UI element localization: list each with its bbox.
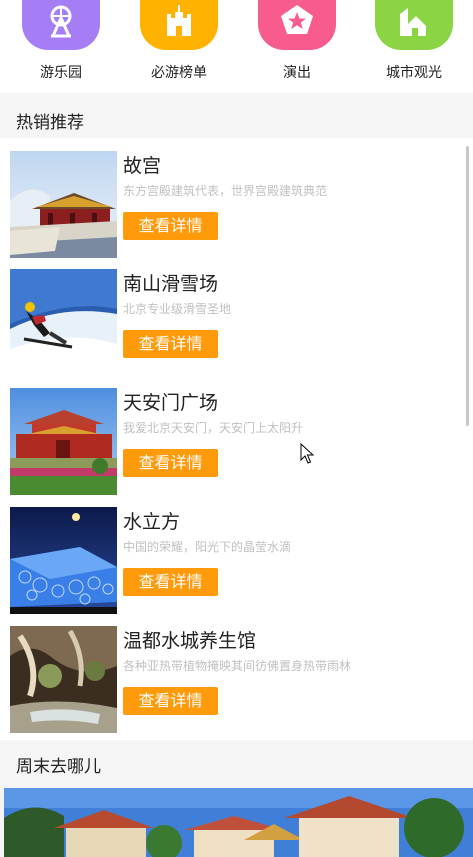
water-cube-photo <box>10 507 117 614</box>
category-label: 必游榜单 <box>151 65 207 81</box>
pentagon-star-icon <box>258 0 336 50</box>
scrollbar[interactable] <box>466 146 469 426</box>
view-details-button[interactable]: 查看详情 <box>123 212 218 240</box>
item-desc: 我爱北京天安门，天安门上太阳升 <box>123 421 304 435</box>
category-must-visit[interactable]: 必游榜单 <box>129 0 229 81</box>
view-details-button[interactable]: 查看详情 <box>123 687 218 715</box>
item-title: 天安门广场 <box>123 392 219 414</box>
view-details-button[interactable]: 查看详情 <box>123 449 218 477</box>
list-item[interactable]: 水立方 中国的荣耀，阳光下的晶莹水滴 查看详情 <box>10 507 460 614</box>
category-nav: 游乐园 必游榜单 演出 城市观光 <box>0 0 473 93</box>
item-title: 南山滑雪场 <box>123 273 219 295</box>
item-desc: 中国的荣耀，阳光下的晶莹水滴 <box>123 540 292 554</box>
item-desc: 北京专业级滑雪圣地 <box>123 302 232 316</box>
ferris-wheel-icon <box>22 0 100 50</box>
category-amusement-park[interactable]: 游乐园 <box>11 0 111 81</box>
city-building-icon <box>375 0 453 50</box>
tiananmen-photo <box>10 388 117 495</box>
view-details-button[interactable]: 查看详情 <box>123 568 218 596</box>
item-desc: 各种亚热带植物掩映其间彷佛置身热带雨林 <box>123 659 352 673</box>
category-label: 演出 <box>283 65 311 81</box>
weekend-banner-photo[interactable] <box>4 788 473 857</box>
item-title: 温都水城养生馆 <box>123 630 257 652</box>
forbidden-city-photo <box>10 151 117 258</box>
category-label: 游乐园 <box>40 65 82 81</box>
category-label: 城市观光 <box>386 65 442 81</box>
hot-spring-photo <box>10 626 117 733</box>
category-city-tour[interactable]: 城市观光 <box>364 0 464 81</box>
view-details-button[interactable]: 查看详情 <box>123 330 218 358</box>
castle-icon <box>140 0 218 50</box>
item-title: 水立方 <box>123 511 181 533</box>
weekend-section-title: 周末去哪儿 <box>16 757 101 777</box>
list-item[interactable]: 故宫 东方宫殿建筑代表，世界宫殿建筑典范 查看详情 <box>10 151 460 258</box>
hot-list: 故宫 东方宫殿建筑代表，世界宫殿建筑典范 查看详情 南山滑雪场 北京专业级滑雪圣… <box>0 138 473 740</box>
ski-resort-photo <box>10 269 117 376</box>
list-item[interactable]: 温都水城养生馆 各种亚热带植物掩映其间彷佛置身热带雨林 查看详情 <box>10 626 460 733</box>
item-desc: 东方宫殿建筑代表，世界宫殿建筑典范 <box>123 184 328 198</box>
list-item[interactable]: 南山滑雪场 北京专业级滑雪圣地 查看详情 <box>10 269 460 376</box>
item-title: 故宫 <box>123 155 162 177</box>
list-item[interactable]: 天安门广场 我爱北京天安门，天安门上太阳升 查看详情 <box>10 388 460 495</box>
category-shows[interactable]: 演出 <box>247 0 347 81</box>
mouse-cursor-icon <box>300 442 315 469</box>
hot-section-title: 热销推荐 <box>16 113 84 133</box>
